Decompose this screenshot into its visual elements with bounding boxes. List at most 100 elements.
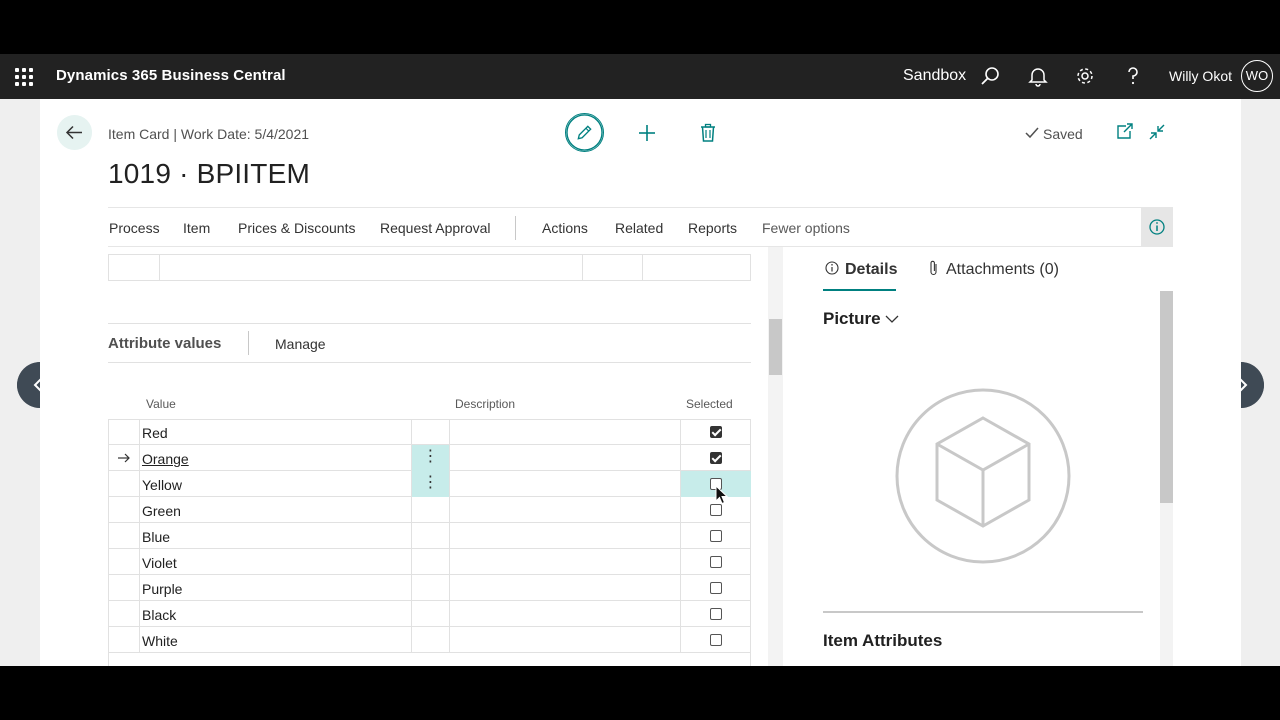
row-description[interactable] (450, 575, 681, 601)
table-row[interactable]: Orange ⋮ (108, 445, 751, 471)
row-description[interactable] (450, 601, 681, 627)
table-row[interactable]: White (108, 627, 751, 653)
action-related[interactable]: Related (615, 220, 663, 236)
new-button[interactable] (636, 122, 658, 144)
attribute-values-title[interactable]: Attribute values (108, 335, 221, 352)
column-header-selected[interactable]: Selected (686, 397, 733, 411)
checkmark-icon (1025, 127, 1039, 139)
app-launcher-icon[interactable] (15, 68, 33, 86)
search-icon[interactable] (979, 65, 1001, 87)
row-indicator[interactable] (108, 549, 140, 575)
row-value[interactable]: Purple (142, 581, 182, 597)
item-picture-placeholder[interactable] (894, 387, 1072, 565)
row-value[interactable]: Violet (142, 555, 177, 571)
table-row[interactable]: Black (108, 601, 751, 627)
selected-checkbox[interactable] (710, 582, 722, 594)
row-actions-menu[interactable]: ⋮ (411, 471, 450, 497)
row-indicator[interactable] (108, 601, 140, 627)
delete-button[interactable] (697, 122, 719, 144)
row-actions-menu[interactable] (411, 523, 450, 549)
help-icon[interactable] (1122, 65, 1144, 87)
tab-attachments[interactable]: Attachments (0) (946, 261, 1059, 279)
row-description[interactable] (450, 471, 681, 497)
row-indicator[interactable] (108, 445, 140, 471)
open-new-window-icon[interactable] (1114, 121, 1136, 143)
main-scrollbar-thumb[interactable] (769, 319, 782, 375)
selected-checkbox[interactable] (710, 504, 722, 516)
edit-button[interactable] (565, 113, 604, 152)
factbox-scrollbar-thumb[interactable] (1160, 291, 1173, 503)
table-row[interactable]: Yellow ⋮ (108, 471, 751, 497)
tab-details[interactable]: Details (845, 261, 897, 279)
row-value[interactable]: Black (142, 607, 176, 623)
row-indicator[interactable] (108, 627, 140, 653)
action-prices-discounts[interactable]: Prices & Discounts (238, 220, 355, 236)
column-header-value[interactable]: Value (146, 397, 176, 411)
row-value[interactable]: Orange (142, 451, 189, 467)
row-selected-cell[interactable] (681, 445, 751, 471)
row-description[interactable] (450, 445, 681, 471)
row-actions-menu[interactable] (411, 627, 450, 653)
factbox-scrollbar[interactable] (1160, 291, 1173, 666)
attribute-header-divider (248, 331, 249, 355)
manage-button[interactable]: Manage (275, 336, 326, 352)
row-description[interactable] (450, 419, 681, 445)
collapse-icon[interactable] (1146, 121, 1168, 143)
action-fewer-options[interactable]: Fewer options (762, 220, 850, 236)
table-row[interactable]: Purple (108, 575, 751, 601)
app-title[interactable]: Dynamics 365 Business Central (56, 67, 286, 84)
row-value[interactable]: White (142, 633, 178, 649)
gear-icon[interactable] (1074, 65, 1096, 87)
action-reports[interactable]: Reports (688, 220, 737, 236)
row-actions-menu[interactable] (411, 497, 450, 523)
row-description[interactable] (450, 627, 681, 653)
row-actions-menu[interactable] (411, 419, 450, 445)
row-actions-menu[interactable] (411, 549, 450, 575)
selected-checkbox[interactable] (710, 452, 722, 464)
row-value[interactable]: Red (142, 425, 168, 441)
row-selected-cell[interactable] (681, 523, 751, 549)
row-indicator[interactable] (108, 471, 140, 497)
row-description[interactable] (450, 523, 681, 549)
row-selected-cell[interactable] (681, 601, 751, 627)
action-bar: Process Item Prices & Discounts Request … (108, 207, 1173, 247)
back-button[interactable] (57, 115, 92, 150)
row-description[interactable] (450, 549, 681, 575)
row-value[interactable]: Yellow (142, 477, 182, 493)
selected-checkbox[interactable] (710, 634, 722, 646)
selected-checkbox[interactable] (710, 426, 722, 438)
row-actions-menu[interactable] (411, 575, 450, 601)
action-request-approval[interactable]: Request Approval (380, 220, 491, 236)
row-indicator[interactable] (108, 419, 140, 445)
row-indicator[interactable] (108, 523, 140, 549)
row-value[interactable]: Blue (142, 529, 170, 545)
row-selected-cell[interactable] (681, 549, 751, 575)
row-indicator[interactable] (108, 497, 140, 523)
row-value[interactable]: Green (142, 503, 181, 519)
row-selected-cell[interactable] (681, 575, 751, 601)
column-header-description[interactable]: Description (455, 397, 515, 411)
action-process[interactable]: Process (109, 220, 160, 236)
selected-checkbox[interactable] (710, 556, 722, 568)
picture-section-header[interactable]: Picture (823, 309, 899, 329)
row-selected-cell[interactable] (681, 627, 751, 653)
table-row[interactable]: Violet (108, 549, 751, 575)
selected-checkbox[interactable] (710, 608, 722, 620)
action-item[interactable]: Item (183, 220, 210, 236)
selected-checkbox[interactable] (710, 530, 722, 542)
item-attributes-title[interactable]: Item Attributes (823, 631, 942, 651)
info-pane-button[interactable] (1141, 208, 1173, 246)
row-selected-cell[interactable] (681, 419, 751, 445)
row-indicator[interactable] (108, 575, 140, 601)
bell-icon[interactable] (1027, 65, 1049, 87)
row-actions-menu[interactable]: ⋮ (411, 445, 450, 471)
main-scrollbar[interactable] (768, 247, 783, 666)
table-row[interactable]: Blue (108, 523, 751, 549)
avatar[interactable]: WO (1241, 60, 1273, 92)
action-actions[interactable]: Actions (542, 220, 588, 236)
row-description[interactable] (450, 497, 681, 523)
table-row[interactable]: Red (108, 419, 751, 445)
chevron-down-icon (885, 315, 899, 323)
row-actions-menu[interactable] (411, 601, 450, 627)
table-row[interactable]: Green (108, 497, 751, 523)
